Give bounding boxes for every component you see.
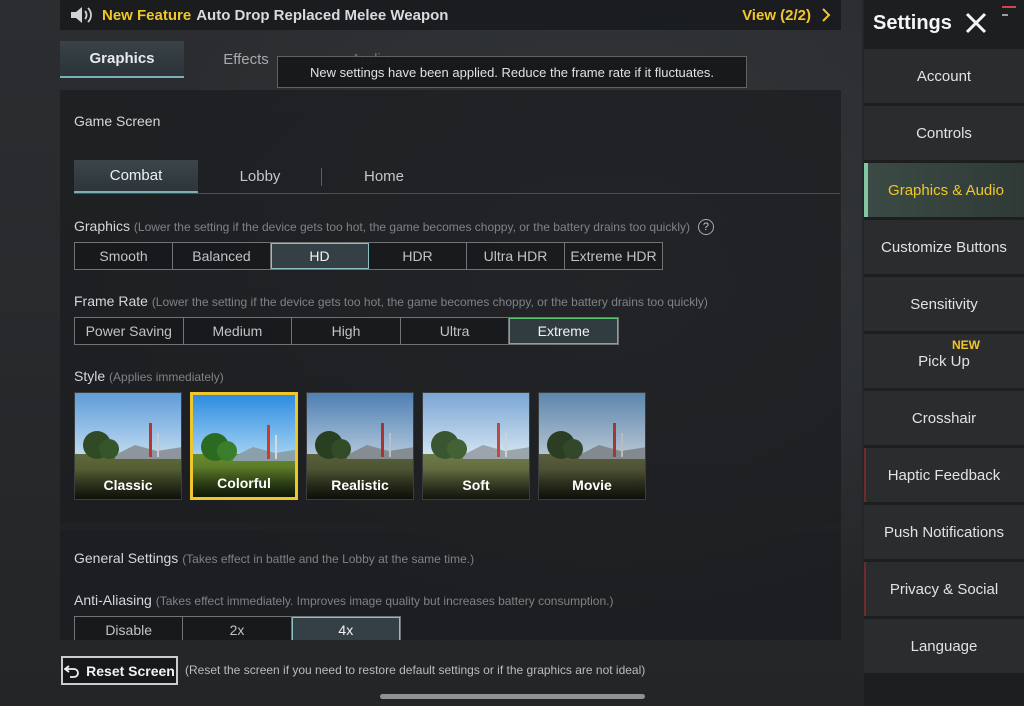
style-option-classic[interactable]: Classic — [74, 392, 182, 500]
frame-rate-option-high[interactable]: High — [292, 318, 401, 344]
frame-rate-selector: Power Saving Medium High Ultra Extreme — [74, 317, 619, 345]
anti-aliasing-hint: (Takes effect immediately. Improves imag… — [155, 594, 614, 608]
style-option-movie[interactable]: Movie — [538, 392, 646, 500]
settings-panel: Game Screen Combat Lobby Home Graphics (… — [60, 90, 841, 640]
feature-banner[interactable]: New Feature Auto Drop Replaced Melee Wea… — [60, 0, 841, 30]
banner-text: Auto Drop Replaced Melee Weapon — [196, 6, 449, 24]
sidebar-item-marker — [864, 562, 866, 616]
general-settings-title-row: General Settings (Takes effect in battle… — [74, 550, 474, 566]
graphics-quality-selector: Smooth Balanced HD HDR Ultra HDR Extreme… — [74, 242, 663, 270]
new-badge: NEW — [952, 338, 980, 352]
speaker-icon — [60, 5, 102, 25]
style-label-realistic: Realistic — [307, 469, 413, 499]
settings-sidebar: Settings Account Controls Graphics & Aud… — [864, 0, 1024, 706]
game-screen-tabs: Combat Lobby Home — [74, 160, 840, 194]
sidebar-item-privacy-social-label: Privacy & Social — [889, 580, 999, 598]
style-selector: Classic Colorful Realistic Soft Movie — [74, 392, 646, 500]
sidebar-item-crosshair[interactable]: Crosshair — [864, 391, 1024, 445]
style-option-realistic[interactable]: Realistic — [306, 392, 414, 500]
sidebar-item-language[interactable]: Language — [864, 619, 1024, 673]
sidebar-header: Settings — [864, 0, 1024, 46]
frame-rate-hint: (Lower the setting if the device gets to… — [151, 295, 708, 309]
anti-aliasing-option-4x[interactable]: 4x — [291, 617, 400, 640]
frame-rate-option-extreme[interactable]: Extreme — [509, 318, 618, 344]
reset-screen-note: (Reset the screen if you need to restore… — [185, 663, 646, 677]
graphics-hint: (Lower the setting if the device gets to… — [133, 220, 691, 234]
settings-title: Settings — [873, 11, 952, 34]
anti-aliasing-option-disable[interactable]: Disable — [75, 617, 184, 640]
chevron-right-icon — [822, 8, 831, 22]
tab-combat[interactable]: Combat — [74, 160, 198, 193]
anti-aliasing-selector: Disable 2x 4x — [74, 616, 401, 640]
style-option-soft[interactable]: Soft — [422, 392, 530, 500]
sidebar-item-account[interactable]: Account — [864, 49, 1024, 103]
style-label: Style — [74, 368, 106, 384]
style-option-colorful[interactable]: Colorful — [190, 392, 298, 500]
home-indicator[interactable] — [380, 694, 645, 699]
graphics-option-balanced[interactable]: Balanced — [173, 243, 271, 269]
reset-screen-label: Reset Screen — [86, 662, 175, 679]
sidebar-item-privacy-social[interactable]: Privacy & Social — [864, 562, 1024, 616]
settings-applied-toast: New settings have been applied. Reduce t… — [277, 56, 747, 88]
sidebar-item-customize-buttons[interactable]: Customize Buttons — [864, 220, 1024, 274]
tab-home[interactable]: Home — [322, 160, 446, 193]
anti-aliasing-label: Anti-Aliasing — [74, 592, 152, 608]
sidebar-item-haptic-feedback-label: Haptic Feedback — [887, 466, 1001, 484]
status-mark — [1002, 6, 1016, 8]
graphics-option-extreme-hdr[interactable]: Extreme HDR — [565, 243, 662, 269]
help-icon[interactable]: ? — [697, 219, 714, 236]
frame-rate-label-row: Frame Rate (Lower the setting if the dev… — [74, 293, 708, 309]
frame-rate-option-ultra[interactable]: Ultra — [401, 318, 510, 344]
section-divider — [60, 522, 841, 530]
sidebar-item-pick-up-label: Pick Up — [918, 352, 970, 370]
sidebar-item-sensitivity[interactable]: Sensitivity — [864, 277, 1024, 331]
banner-view-link[interactable]: View (2/2) — [742, 7, 841, 24]
graphics-label: Graphics — [74, 218, 131, 234]
style-label-movie: Movie — [539, 469, 645, 499]
graphics-option-ultra-hdr[interactable]: Ultra HDR — [467, 243, 565, 269]
reset-screen-button[interactable]: Reset Screen — [61, 656, 178, 685]
frame-rate-option-medium[interactable]: Medium — [184, 318, 293, 344]
style-label-soft: Soft — [423, 469, 529, 499]
sidebar-item-graphics-audio[interactable]: Graphics & Audio — [864, 163, 1024, 217]
close-icon[interactable] — [964, 11, 988, 35]
banner-new-feature: New Feature — [102, 6, 192, 24]
game-screen-title: Game Screen — [74, 113, 161, 129]
anti-aliasing-label-row: Anti-Aliasing (Takes effect immediately.… — [74, 592, 613, 608]
tab-lobby[interactable]: Lobby — [198, 160, 322, 193]
graphics-option-smooth[interactable]: Smooth — [75, 243, 173, 269]
banner-view-label: View (2/2) — [742, 6, 811, 24]
general-settings-hint: (Takes effect in battle and the Lobby at… — [182, 552, 475, 566]
sidebar-item-marker — [864, 448, 866, 502]
undo-icon — [64, 664, 80, 678]
sidebar-item-pick-up[interactable]: Pick Up NEW — [864, 334, 1024, 388]
sidebar-item-haptic-feedback[interactable]: Haptic Feedback — [864, 448, 1024, 502]
tab-graphics[interactable]: Graphics — [60, 41, 184, 78]
style-label-classic: Classic — [75, 469, 181, 499]
frame-rate-label: Frame Rate — [74, 293, 148, 309]
graphics-option-hdr[interactable]: HDR — [369, 243, 467, 269]
graphics-option-hd[interactable]: HD — [271, 243, 369, 269]
anti-aliasing-option-2x[interactable]: 2x — [183, 617, 292, 640]
graphics-label-row: Graphics (Lower the setting if the devic… — [74, 218, 714, 236]
sidebar-item-controls[interactable]: Controls — [864, 106, 1024, 160]
style-label-row: Style (Applies immediately) — [74, 368, 224, 384]
style-hint: (Applies immediately) — [109, 370, 224, 384]
style-label-colorful: Colorful — [193, 467, 295, 497]
status-mark-secondary — [1002, 14, 1008, 16]
sidebar-item-push-notifications[interactable]: Push Notifications — [864, 505, 1024, 559]
frame-rate-option-power-saving[interactable]: Power Saving — [75, 318, 184, 344]
general-settings-title: General Settings — [74, 550, 179, 566]
